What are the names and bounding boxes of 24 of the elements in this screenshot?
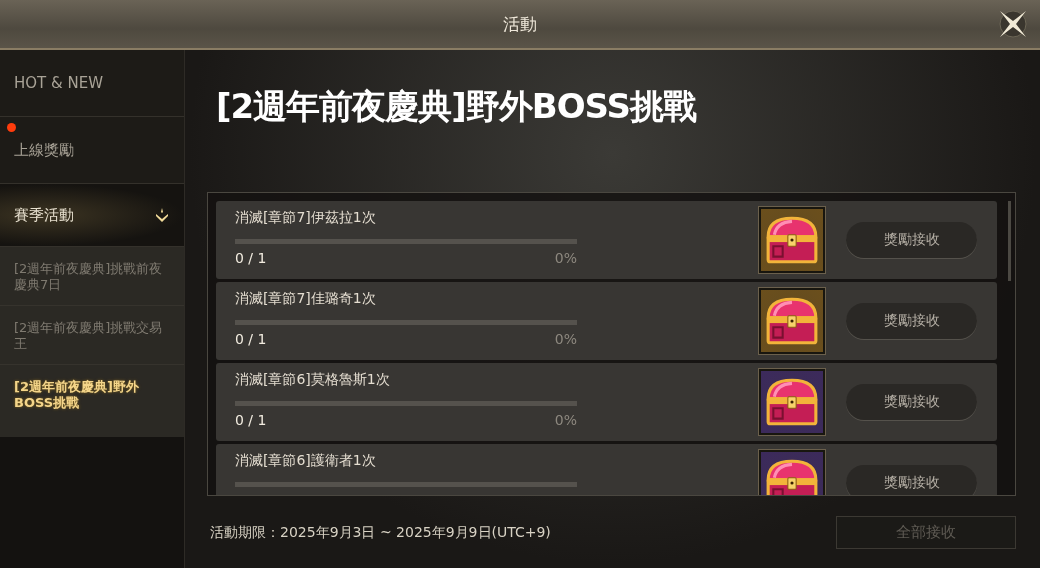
progress-count: 0 / 1	[235, 249, 267, 268]
mission-name: 消滅[章節7]伊茲拉1次	[235, 208, 377, 227]
claim-reward-button[interactable]: 獎勵接收	[846, 465, 977, 495]
mission-name: 消滅[章節6]護衛者1次	[235, 451, 377, 470]
claim-reward-button[interactable]: 獎勵接收	[846, 222, 977, 258]
mission-name: 消滅[章節6]莫格魯斯1次	[235, 370, 391, 389]
event-period: 活動期限：2025年9月3日 ~ 2025年9月9日(UTC+9)	[210, 523, 551, 542]
event-title: [2週年前夜慶典]野外BOSS挑戰	[216, 85, 698, 128]
scrollbar[interactable]	[1008, 201, 1011, 281]
progress-count: 0 / 1	[235, 330, 267, 349]
sidebar-item[interactable]: 賽季活動	[0, 184, 184, 247]
mission-name: 消滅[章節7]佳璐奇1次	[235, 289, 377, 308]
window-title: 活動	[503, 12, 537, 36]
sidebar-subitem[interactable]: [2週年前夜慶典]挑戰前夜慶典7日	[0, 247, 184, 306]
progress-count: 0 / 1	[235, 411, 267, 430]
sidebar-item[interactable]: 上線獎勵	[0, 117, 184, 184]
progress-percent: 0%	[554, 411, 577, 430]
claim-reward-button[interactable]: 獎勵接收	[846, 303, 977, 339]
claim-reward-button[interactable]: 獎勵接收	[846, 384, 977, 420]
sidebar-item[interactable]: HOT & NEW	[0, 50, 184, 117]
sidebar-subitem[interactable]: [2週年前夜慶典]野外BOSS挑戰	[0, 365, 184, 423]
progress-percent: 0%	[554, 330, 577, 349]
progress-percent: 0%	[554, 249, 577, 268]
sidebar-subitem[interactable]: [2週年前夜慶典]挑戰交易王	[0, 306, 184, 365]
